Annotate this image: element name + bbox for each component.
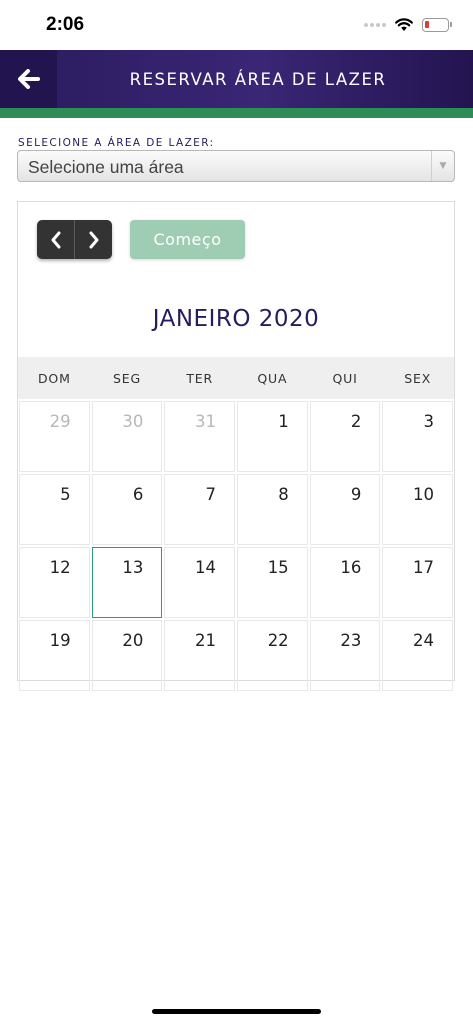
day-number: 24 <box>413 631 435 650</box>
day-number: 8 <box>278 485 289 504</box>
day-number: 9 <box>350 485 362 504</box>
day-cell[interactable]: 10 <box>382 474 454 545</box>
week-row: 29 30 31 1 2 3 <box>18 400 454 473</box>
prev-month-button[interactable] <box>37 220 74 259</box>
battery-icon <box>422 18 452 32</box>
day-number: 19 <box>49 631 71 650</box>
cellular-signal-icon <box>364 23 386 27</box>
day-number: 23 <box>340 631 362 650</box>
day-cell[interactable]: 14 <box>164 547 236 618</box>
calendar-grid: 29 30 31 1 2 3 5 6 7 8 9 10 12 13 14 15 … <box>18 400 454 692</box>
day-number: 6 <box>132 485 144 504</box>
page-title: RESERVAR ÁREA DE LAZER <box>129 69 387 89</box>
weekday-label: QUA <box>257 370 288 386</box>
weekday-label: DOM <box>38 370 71 386</box>
day-cell[interactable]: 2 <box>309 401 381 472</box>
weekday-label: SEX <box>404 370 432 386</box>
weekday-label: SEG <box>113 370 141 386</box>
day-cell[interactable]: 24 <box>382 620 454 691</box>
day-cell[interactable]: 9 <box>309 474 381 545</box>
day-cell[interactable]: 20 <box>91 620 163 691</box>
day-cell[interactable]: 5 <box>19 474 90 545</box>
area-select[interactable]: Selecione uma área ▼ <box>17 150 455 182</box>
next-month-button[interactable] <box>75 220 112 259</box>
day-number: 14 <box>195 558 217 577</box>
weekday-label: QUI <box>332 370 358 386</box>
home-indicator <box>152 1009 321 1014</box>
calendar: Começo JANEIRO 2020 DOM SEG TER QUA QUI … <box>17 201 455 691</box>
day-cell[interactable]: 22 <box>237 620 308 691</box>
week-row: 19 20 21 22 23 24 <box>18 619 454 692</box>
day-number: 12 <box>49 558 71 577</box>
status-time: 2:06 <box>46 14 85 35</box>
weekday-header: DOM SEG TER QUA QUI SEX <box>18 357 454 399</box>
day-cell[interactable]: 23 <box>309 620 381 691</box>
area-select-value: Selecione uma área <box>28 157 184 177</box>
day-cell[interactable]: 3 <box>382 401 454 472</box>
app-header: RESERVAR ÁREA DE LAZER <box>0 50 473 108</box>
wifi-icon <box>395 18 413 31</box>
header-stripe <box>0 108 473 118</box>
day-number: 30 <box>122 412 144 431</box>
day-cell[interactable]: 8 <box>237 474 308 545</box>
day-cell[interactable]: 19 <box>19 620 90 691</box>
status-bar: 2:06 <box>0 0 473 50</box>
day-number: 17 <box>413 558 435 577</box>
day-cell[interactable]: 21 <box>164 620 236 691</box>
day-number: 1 <box>278 412 289 431</box>
day-number: 29 <box>49 412 71 431</box>
day-number: 10 <box>413 485 435 504</box>
day-number: 20 <box>122 631 144 650</box>
status-icons <box>364 16 452 34</box>
day-number: 2 <box>350 412 362 431</box>
day-cell[interactable]: 17 <box>382 547 454 618</box>
day-cell[interactable]: 7 <box>164 474 236 545</box>
day-number: 31 <box>195 412 217 431</box>
day-number: 22 <box>267 631 289 650</box>
start-button[interactable]: Começo <box>130 220 245 259</box>
chevron-right-icon <box>89 231 98 248</box>
back-button[interactable] <box>0 50 57 108</box>
day-number: 21 <box>195 631 217 650</box>
area-select-label: SELECIONE A ÁREA DE LAZER: <box>18 137 215 149</box>
day-cell[interactable]: 30 <box>91 401 163 472</box>
day-number: 5 <box>60 485 71 504</box>
day-number: 15 <box>267 558 289 577</box>
day-cell[interactable]: 31 <box>164 401 236 472</box>
day-cell[interactable]: 12 <box>19 547 90 618</box>
week-row: 12 13 14 15 16 17 <box>18 546 454 619</box>
week-row: 5 6 7 8 9 10 <box>18 473 454 546</box>
day-number: 3 <box>423 412 435 431</box>
weekday-label: TER <box>186 370 213 386</box>
dropdown-arrow-icon: ▼ <box>431 151 454 181</box>
day-cell[interactable]: 15 <box>237 547 308 618</box>
day-cell[interactable]: 29 <box>19 401 90 472</box>
calendar-nav <box>37 220 112 259</box>
month-title: JANEIRO 2020 <box>152 306 320 332</box>
day-number: 7 <box>205 485 217 504</box>
day-cell[interactable]: 1 <box>237 401 308 472</box>
day-number: 13 <box>122 558 144 577</box>
day-cell[interactable]: 16 <box>309 547 381 618</box>
chevron-left-icon <box>51 231 60 248</box>
day-number: 16 <box>340 558 362 577</box>
arrow-left-icon <box>17 69 40 89</box>
day-cell-today[interactable]: 13 <box>91 547 163 618</box>
day-cell[interactable]: 6 <box>91 474 163 545</box>
